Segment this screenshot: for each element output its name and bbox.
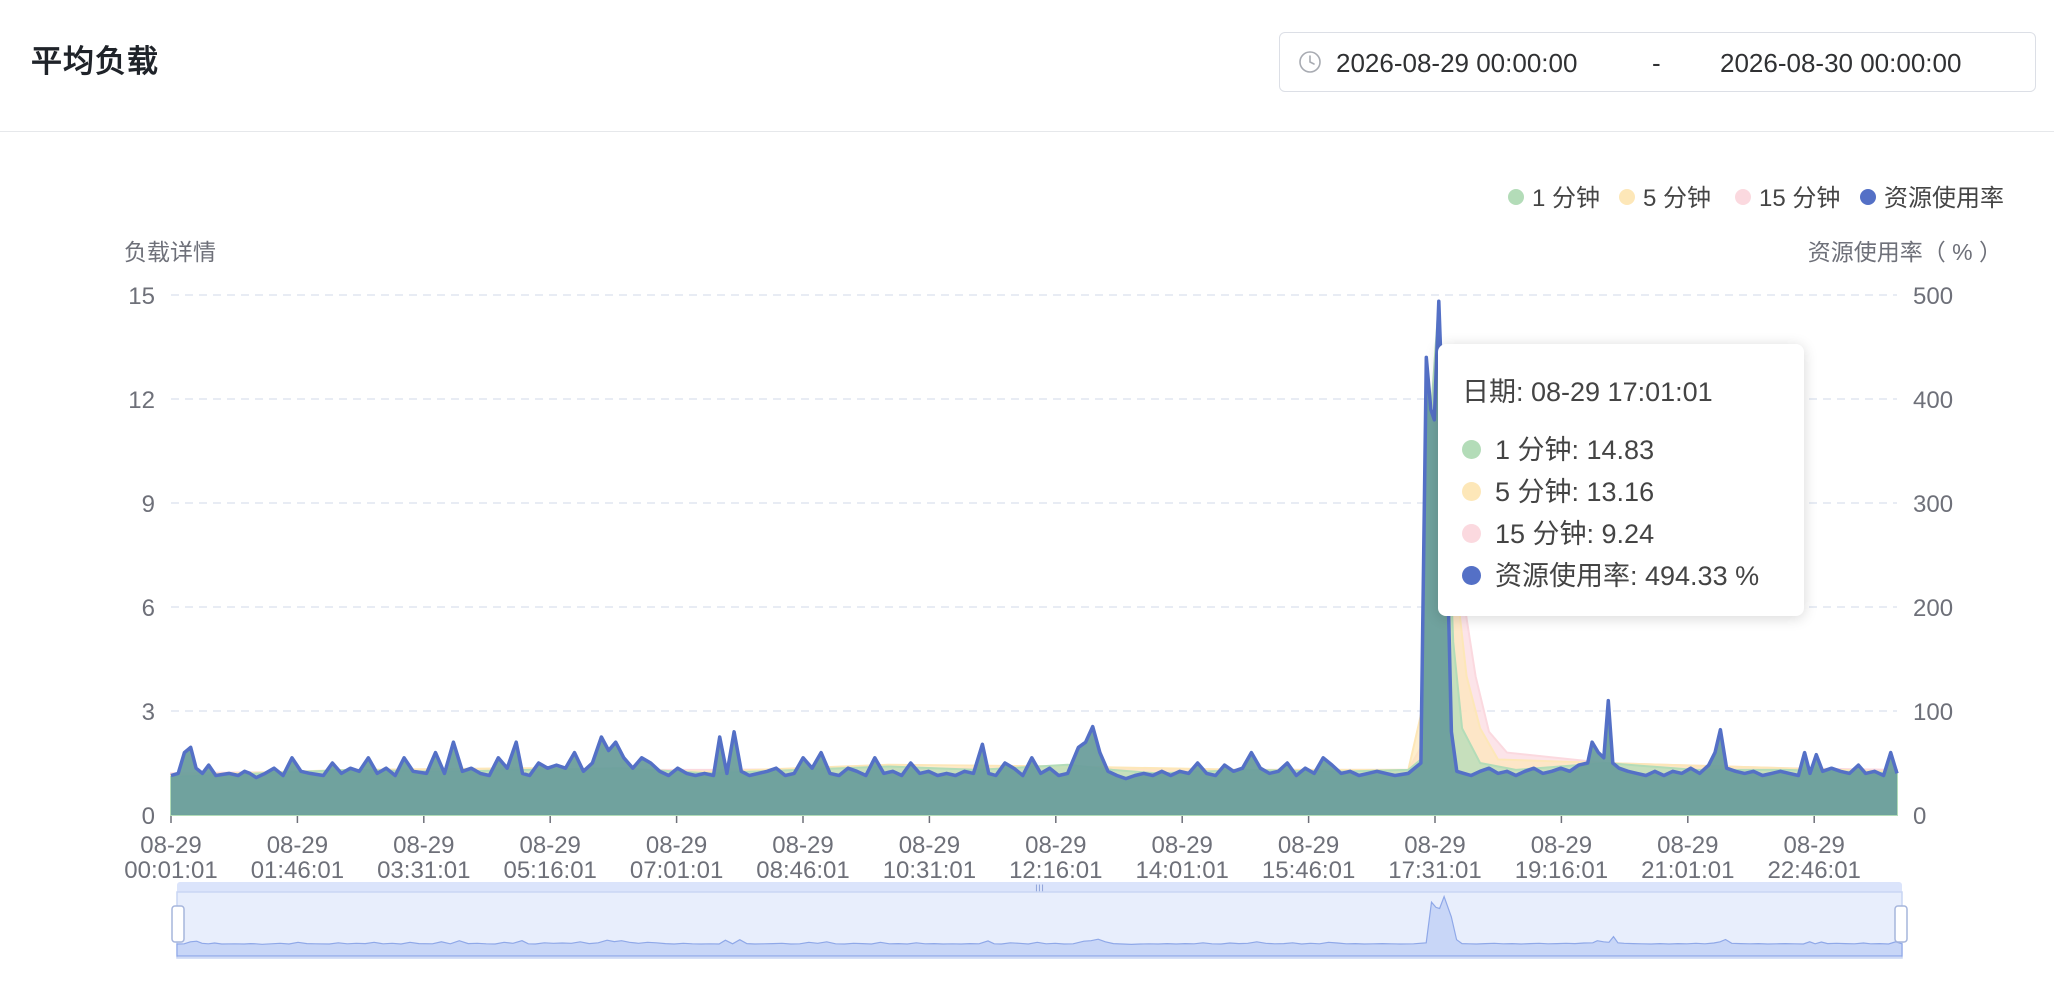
legend-dot-icon <box>1462 524 1481 544</box>
datazoom-right-handle <box>1894 905 1908 943</box>
page-title: 平均负载 <box>31 44 159 79</box>
x-tick-label: 08-29 <box>646 832 707 859</box>
y-axis-title-right: 资源使用率（ % ） <box>1808 239 2002 265</box>
legend-dot-icon <box>1508 189 1524 205</box>
load-chart: 0 0 3 100 6 200 9 300 12 400 15 500 负载详情 资源使用率（ % ） 08… <box>0 132 2054 994</box>
clock-icon <box>1299 51 1321 73</box>
x-tick-label: 08-29 <box>393 832 454 859</box>
y-tick-left: 15 <box>128 283 155 310</box>
x-tick-label: 08-29 <box>1784 832 1845 859</box>
x-tick-label: 08-29 <box>1657 832 1718 859</box>
legend-label: 资源使用率 <box>1884 185 2004 212</box>
datazoom-left-handle <box>171 905 185 943</box>
x-tick-label: 03:31:01 <box>377 857 470 884</box>
x-tick-label: 05:16:01 <box>503 857 596 884</box>
x-tick-label: 08-29 <box>772 832 833 859</box>
x-tick-label: 10:31:01 <box>883 857 976 884</box>
x-tick-label: 08-29 <box>1278 832 1339 859</box>
y-tick-right: 100 <box>1913 699 1953 726</box>
x-tick-label: 08-29 <box>520 832 581 859</box>
x-tick-label: 08-29 <box>1531 832 1592 859</box>
x-tick-label: 00:01:01 <box>124 857 217 884</box>
x-tick-label: 14:01:01 <box>1135 857 1228 884</box>
y-tick-right: 500 <box>1913 283 1953 310</box>
y-tick-left: 3 <box>142 699 155 726</box>
legend-dot-icon <box>1462 566 1481 586</box>
x-tick-label: 21:01:01 <box>1641 857 1734 884</box>
tooltip-row-usage: 资源使用率: 494.33 % <box>1462 555 1780 597</box>
legend-dot-icon <box>1619 189 1635 205</box>
legend-dot-icon <box>1735 189 1751 205</box>
x-tick-label: 01:46:01 <box>251 857 344 884</box>
legend-label: 1 分钟 <box>1532 185 1600 212</box>
tooltip-row-1m: 1 分钟: 14.83 <box>1462 429 1780 471</box>
x-tick-label: 08-29 <box>1404 832 1465 859</box>
legend-dot-icon <box>1462 440 1481 460</box>
date-separator: - <box>1652 48 1661 78</box>
y-tick-left: 0 <box>142 803 155 830</box>
y-tick-left: 12 <box>128 387 155 414</box>
legend-dot-icon <box>1860 189 1876 205</box>
x-tick-label: 17:31:01 <box>1388 857 1481 884</box>
y-tick-left: 6 <box>142 595 155 622</box>
y-tick-left: 9 <box>142 491 155 518</box>
tooltip-date: 日期: 08-29 17:01:01 <box>1462 377 1713 407</box>
y-tick-right: 400 <box>1913 387 1953 414</box>
x-tick-label: 08-29 <box>140 832 201 859</box>
chart-tooltip: 日期: 08-29 17:01:01 1 分钟: 14.83 5 分钟: 13.… <box>1438 344 1804 616</box>
end-date-input[interactable]: 2026-08-30 00:00:00 <box>1720 48 1961 79</box>
tooltip-row-5m: 5 分钟: 13.16 <box>1462 471 1780 513</box>
date-range-picker[interactable]: 2026-08-29 00:00:00 - 2026-08-30 00:00:0… <box>1279 32 2036 92</box>
x-tick-label: 22:46:01 <box>1767 857 1860 884</box>
y-tick-right: 200 <box>1913 595 1953 622</box>
start-date-input[interactable]: 2026-08-29 00:00:00 <box>1336 48 1577 79</box>
x-tick-label: 19:16:01 <box>1515 857 1608 884</box>
x-tick-label: 08:46:01 <box>756 857 849 884</box>
page-header: 平均负载 2026-08-29 00:00:00 - 2026-08-30 00… <box>0 0 2054 132</box>
x-tick-label: 15:46:01 <box>1262 857 1355 884</box>
x-tick-label: 08-29 <box>1025 832 1086 859</box>
legend-dot-icon <box>1462 482 1481 502</box>
legend-label: 15 分钟 <box>1759 185 1840 212</box>
x-tick-label: 12:16:01 <box>1009 857 1102 884</box>
y-tick-right: 0 <box>1913 803 1926 830</box>
x-tick-label: 08-29 <box>267 832 328 859</box>
y-tick-right: 300 <box>1913 491 1953 518</box>
x-tick-label: 08-29 <box>899 832 960 859</box>
tooltip-row-15m: 15 分钟: 9.24 <box>1462 513 1780 555</box>
legend-label: 5 分钟 <box>1643 185 1711 212</box>
x-tick-label: 08-29 <box>1152 832 1213 859</box>
x-tick-label: 07:01:01 <box>630 857 723 884</box>
y-axis-title-left: 负载详情 <box>124 239 216 265</box>
